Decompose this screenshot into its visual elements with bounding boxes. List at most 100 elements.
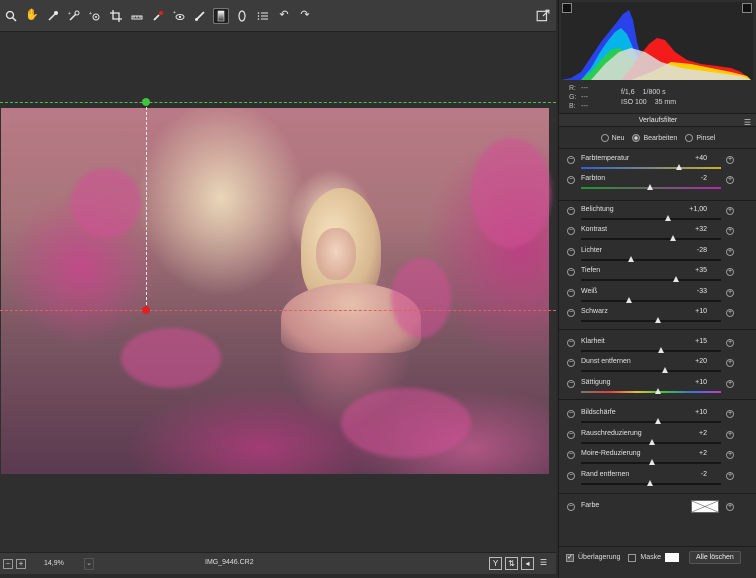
- slider-track[interactable]: [581, 320, 721, 322]
- slider-plus-button[interactable]: +: [726, 451, 734, 459]
- mode-neu[interactable]: Neu: [600, 134, 624, 142]
- copy-settings-button[interactable]: ◂: [521, 557, 534, 570]
- slider-thumb[interactable]: [670, 235, 677, 241]
- slider-track[interactable]: [581, 421, 721, 423]
- color-swatch[interactable]: [691, 500, 719, 513]
- slider-track[interactable]: [581, 370, 721, 372]
- slider-value[interactable]: +2: [681, 450, 707, 457]
- slider-value[interactable]: +15: [681, 338, 707, 345]
- slider-plus-button[interactable]: +: [726, 268, 734, 276]
- preview-settings-icon[interactable]: ☰: [537, 557, 550, 570]
- gradient-start-line[interactable]: [0, 102, 556, 103]
- target-adjust-icon[interactable]: +: [87, 8, 103, 24]
- slider-value[interactable]: +32: [681, 226, 707, 233]
- graduated-filter-icon[interactable]: [213, 7, 229, 24]
- slider-thumb[interactable]: [628, 256, 635, 262]
- overlay-checkbox[interactable]: ✓: [566, 553, 574, 562]
- slider-minus-button[interactable]: −: [567, 207, 575, 215]
- slider-value[interactable]: -2: [681, 471, 707, 478]
- slider-plus-button[interactable]: +: [726, 248, 734, 256]
- slider-value[interactable]: +35: [681, 267, 707, 274]
- slider-minus-button[interactable]: −: [567, 176, 575, 184]
- slider-value[interactable]: +1,00: [681, 206, 707, 213]
- slider-thumb[interactable]: [664, 215, 671, 221]
- slider-minus-button[interactable]: −: [567, 472, 575, 480]
- slider-plus-button[interactable]: +: [726, 227, 734, 235]
- slider-value[interactable]: +10: [681, 308, 707, 315]
- zoom-in-button[interactable]: +: [16, 558, 26, 569]
- clear-all-button[interactable]: Alle löschen: [689, 551, 741, 564]
- slider-minus-button[interactable]: −: [567, 268, 575, 276]
- slider-track[interactable]: [581, 350, 721, 352]
- slider-thumb[interactable]: [646, 184, 653, 190]
- red-eye-icon[interactable]: +: [171, 8, 187, 24]
- mode-pinsel[interactable]: Pinsel: [685, 134, 715, 142]
- slider-minus-button[interactable]: −: [567, 289, 575, 297]
- white-balance-icon[interactable]: [45, 8, 61, 24]
- slider-track[interactable]: [581, 300, 721, 302]
- image-canvas[interactable]: [0, 32, 556, 552]
- zoom-level[interactable]: 14,9%: [44, 558, 84, 570]
- slider-track[interactable]: [581, 391, 721, 393]
- slider-plus-button[interactable]: +: [726, 339, 734, 347]
- slider-track[interactable]: [581, 259, 721, 261]
- color-sampler-icon[interactable]: +: [66, 8, 82, 24]
- slider-value[interactable]: -28: [681, 247, 707, 254]
- color-minus-button[interactable]: −: [567, 503, 575, 511]
- slider-minus-button[interactable]: −: [567, 359, 575, 367]
- gradient-end-line[interactable]: [0, 310, 556, 311]
- slider-value[interactable]: +20: [681, 358, 707, 365]
- color-plus-button[interactable]: +: [726, 503, 734, 511]
- adjustment-brush-icon[interactable]: [192, 8, 208, 24]
- slider-thumb[interactable]: [649, 439, 656, 445]
- slider-minus-button[interactable]: −: [567, 380, 575, 388]
- gradient-start-pin[interactable]: [142, 98, 150, 106]
- slider-minus-button[interactable]: −: [567, 309, 575, 317]
- mode-bearbeiten[interactable]: Bearbeiten: [632, 134, 677, 142]
- slider-value[interactable]: -2: [681, 175, 707, 182]
- before-after-button[interactable]: Y: [489, 557, 502, 570]
- slider-value[interactable]: +40: [681, 155, 707, 162]
- slider-plus-button[interactable]: +: [726, 309, 734, 317]
- slider-thumb[interactable]: [625, 297, 632, 303]
- slider-minus-button[interactable]: −: [567, 451, 575, 459]
- straighten-icon[interactable]: [129, 8, 145, 24]
- gradient-center-line[interactable]: [146, 102, 147, 310]
- slider-value[interactable]: -33: [681, 288, 707, 295]
- slider-minus-button[interactable]: −: [567, 156, 575, 164]
- slider-value[interactable]: +10: [681, 409, 707, 416]
- slider-thumb[interactable]: [673, 276, 680, 282]
- mask-checkbox[interactable]: [628, 553, 637, 562]
- highlight-clipping-toggle[interactable]: [742, 3, 752, 13]
- slider-thumb[interactable]: [655, 418, 661, 424]
- slider-thumb[interactable]: [657, 347, 664, 353]
- mask-color-swatch[interactable]: [665, 553, 680, 562]
- slider-thumb[interactable]: [676, 164, 682, 170]
- slider-minus-button[interactable]: −: [567, 431, 575, 439]
- crop-icon[interactable]: [108, 8, 124, 24]
- slider-plus-button[interactable]: +: [726, 380, 734, 388]
- rotate-right-icon[interactable]: ↷: [297, 8, 313, 24]
- slider-track[interactable]: [581, 279, 721, 281]
- radial-filter-icon[interactable]: [234, 8, 250, 24]
- slider-plus-button[interactable]: +: [726, 410, 734, 418]
- zoom-out-button[interactable]: −: [3, 558, 13, 569]
- slider-thumb[interactable]: [655, 317, 661, 323]
- gradient-end-pin[interactable]: [142, 306, 150, 314]
- preferences-icon[interactable]: [255, 8, 271, 24]
- slider-value[interactable]: +10: [681, 379, 707, 386]
- spot-removal-icon[interactable]: [150, 8, 166, 24]
- slider-value[interactable]: +2: [681, 430, 707, 437]
- hand-icon[interactable]: ✋: [24, 8, 40, 24]
- slider-thumb[interactable]: [655, 388, 661, 394]
- slider-plus-button[interactable]: +: [726, 176, 734, 184]
- slider-thumb[interactable]: [649, 459, 656, 465]
- zoom-dropdown[interactable]: ⌄: [84, 557, 94, 570]
- slider-plus-button[interactable]: +: [726, 289, 734, 297]
- panel-menu-icon[interactable]: ☰: [744, 116, 751, 130]
- slider-plus-button[interactable]: +: [726, 431, 734, 439]
- slider-thumb[interactable]: [662, 367, 668, 373]
- zoom-icon[interactable]: [3, 8, 19, 24]
- slider-minus-button[interactable]: −: [567, 339, 575, 347]
- slider-track[interactable]: [581, 167, 721, 169]
